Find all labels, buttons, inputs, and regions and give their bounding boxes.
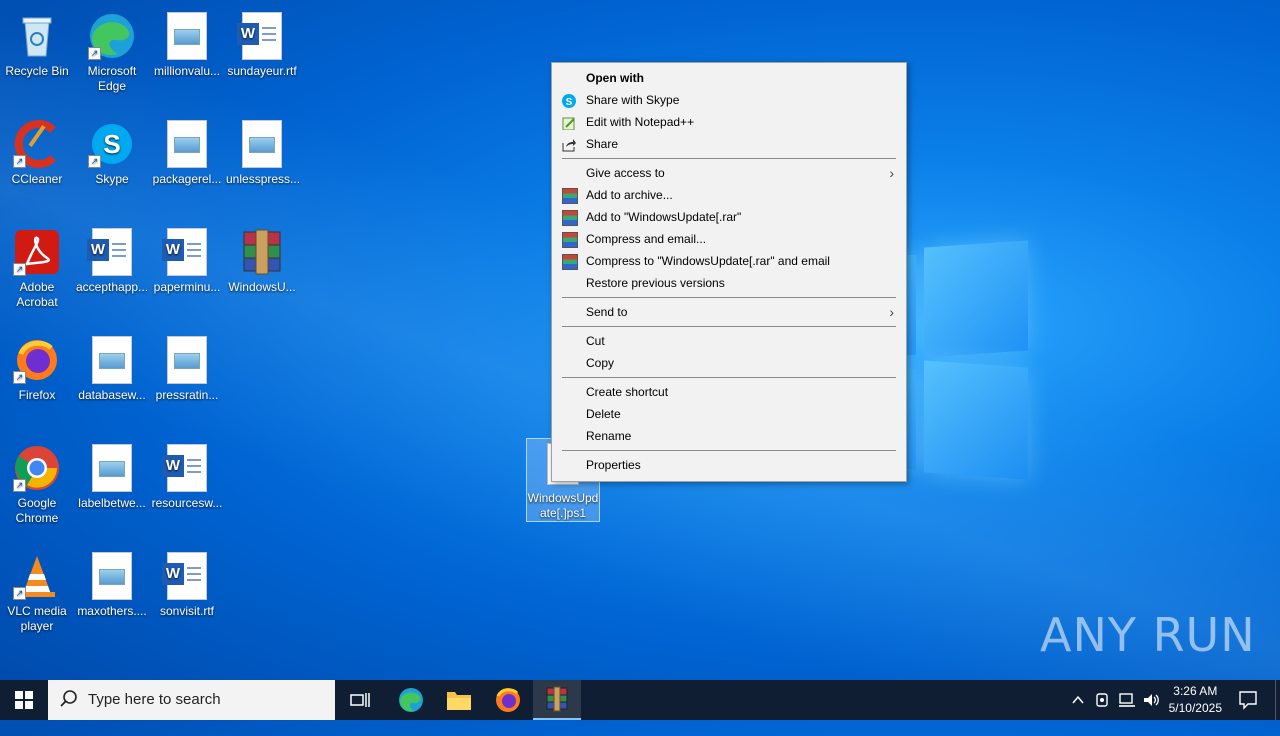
menu-item-properties[interactable]: Properties (552, 454, 906, 476)
menu-separator (562, 450, 896, 451)
menu-item-share-with-skype[interactable]: S Share with Skype (552, 89, 906, 111)
chevron-right-icon: › (889, 304, 894, 320)
desktop-icon-sundayeur[interactable]: W sundayeur.rtf (226, 6, 298, 79)
notifications-icon[interactable] (1238, 690, 1258, 715)
desktop-icon-accepthapp[interactable]: W accepthapp... (76, 222, 148, 295)
image-file-icon (163, 12, 211, 60)
taskbar-firefox-button[interactable] (484, 680, 532, 720)
desktop-icon-databasew[interactable]: databasew... (76, 330, 148, 403)
svg-text:S: S (103, 129, 120, 159)
desktop-icon-resourcesw[interactable]: W resourcesw... (151, 438, 223, 511)
taskbar-search-box[interactable]: Type here to search (48, 680, 335, 720)
desktop-icon-windowsu-rar[interactable]: WindowsU... (226, 222, 298, 295)
word-document-icon: W (162, 552, 211, 600)
search-icon (60, 680, 78, 736)
desktop-icon-sonvisit[interactable]: W sonvisit.rtf (151, 546, 223, 619)
desktop-icon-millionvalu[interactable]: millionvalu... (151, 6, 223, 79)
menu-item-cut[interactable]: Cut (552, 330, 906, 352)
desktop-icon-google-chrome[interactable]: ↗ Google Chrome (1, 438, 73, 526)
winrar-archive-icon (238, 228, 286, 276)
chrome-icon: ↗ (13, 444, 61, 492)
taskbar-edge-button[interactable] (387, 680, 435, 720)
share-icon (562, 137, 576, 152)
menu-separator (562, 326, 896, 327)
image-file-icon (88, 336, 136, 384)
menu-item-edit-with-notepadpp[interactable]: Edit with Notepad++ (552, 111, 906, 133)
image-file-icon (163, 120, 211, 168)
task-view-icon (350, 693, 370, 707)
taskbar-clock[interactable]: 3:26 AM 5/10/2025 (1169, 683, 1222, 717)
svg-text:S: S (566, 97, 573, 108)
menu-item-restore-previous-versions[interactable]: Restore previous versions (552, 272, 906, 294)
menu-item-add-to-archive[interactable]: Add to archive... (552, 184, 906, 206)
show-desktop-button[interactable] (1275, 680, 1280, 720)
desktop-icon-paperminu[interactable]: W paperminu... (151, 222, 223, 295)
skype-icon: S ↗ (88, 120, 136, 168)
desktop-icon-recycle-bin[interactable]: Recycle Bin (1, 6, 73, 79)
word-document-icon: W (162, 444, 211, 492)
desktop-icon-unlesspress[interactable]: unlesspress... (226, 114, 300, 187)
menu-item-compress-to-rar-and-email[interactable]: Compress to "WindowsUpdate[.rar" and ema… (552, 250, 906, 272)
acrobat-icon: ↗ (13, 228, 61, 276)
menu-separator (562, 297, 896, 298)
desktop-icon-pressratin[interactable]: pressratin... (151, 330, 223, 403)
menu-item-add-to-rar[interactable]: Add to "WindowsUpdate[.rar" (552, 206, 906, 228)
desktop-icon-adobe-acrobat[interactable]: ↗ Adobe Acrobat (1, 222, 73, 310)
word-document-icon: W (237, 12, 286, 60)
desktop-icon-microsoft-edge[interactable]: ↗ Microsoft Edge (76, 6, 148, 94)
menu-item-copy[interactable]: Copy (552, 352, 906, 374)
ccleaner-icon: ↗ (13, 120, 61, 168)
task-view-button[interactable] (336, 680, 384, 720)
image-file-icon (163, 336, 211, 384)
taskbar-file-explorer-button[interactable] (435, 680, 483, 720)
meet-now-icon[interactable] (1095, 691, 1111, 714)
windows-start-icon (15, 691, 33, 709)
chevron-right-icon: › (889, 165, 894, 181)
recycle-bin-icon (13, 12, 61, 60)
volume-icon[interactable] (1142, 691, 1160, 714)
word-document-icon: W (87, 228, 136, 276)
chevron-up-icon[interactable] (1070, 692, 1086, 713)
firefox-icon (496, 688, 520, 712)
notepadpp-icon (562, 115, 576, 131)
image-file-icon (238, 120, 286, 168)
taskbar-winrar-button[interactable] (533, 680, 581, 720)
menu-item-send-to[interactable]: Send to › (552, 301, 906, 323)
menu-item-share[interactable]: Share (552, 133, 906, 155)
anyrun-watermark: ANY RUN (1040, 608, 1256, 662)
winrar-icon (562, 232, 578, 248)
firefox-icon: ↗ (13, 336, 61, 384)
menu-item-delete[interactable]: Delete (552, 403, 906, 425)
desktop-icon-vlc[interactable]: ↗ VLC media player (1, 546, 73, 634)
context-menu: Open with S Share with Skype Edit with N… (551, 62, 907, 482)
desktop-icon-skype[interactable]: S ↗ Skype (76, 114, 148, 187)
desktop-icon-packagerel[interactable]: packagerel... (151, 114, 223, 187)
menu-item-open-with[interactable]: Open with (552, 67, 906, 89)
desktop-icon-labelbetwe[interactable]: labelbetwe... (76, 438, 148, 511)
image-file-icon (88, 444, 136, 492)
taskbar: Type here to search 3:26 AM 5/10/2025 (0, 680, 1280, 720)
edge-icon (399, 688, 423, 712)
word-document-icon: W (162, 228, 211, 276)
menu-item-give-access-to[interactable]: Give access to › (552, 162, 906, 184)
menu-item-compress-and-email[interactable]: Compress and email... (552, 228, 906, 250)
winrar-icon (562, 254, 578, 270)
skype-icon: S (562, 93, 576, 108)
menu-item-create-shortcut[interactable]: Create shortcut (552, 381, 906, 403)
winrar-icon (546, 686, 568, 712)
winrar-icon (562, 188, 578, 204)
menu-item-rename[interactable]: Rename (552, 425, 906, 447)
menu-separator (562, 377, 896, 378)
network-icon[interactable] (1118, 691, 1136, 714)
menu-separator (562, 158, 896, 159)
winrar-icon (562, 210, 578, 226)
edge-icon: ↗ (88, 12, 136, 60)
vlc-cone-icon: ↗ (13, 552, 61, 600)
desktop-icon-firefox[interactable]: ↗ Firefox (1, 330, 73, 403)
start-button[interactable] (0, 680, 48, 720)
desktop-icon-maxothers[interactable]: maxothers.... (76, 546, 148, 619)
image-file-icon (88, 552, 136, 600)
folder-icon (447, 692, 471, 710)
desktop-icon-ccleaner[interactable]: ↗ CCleaner (1, 114, 73, 187)
